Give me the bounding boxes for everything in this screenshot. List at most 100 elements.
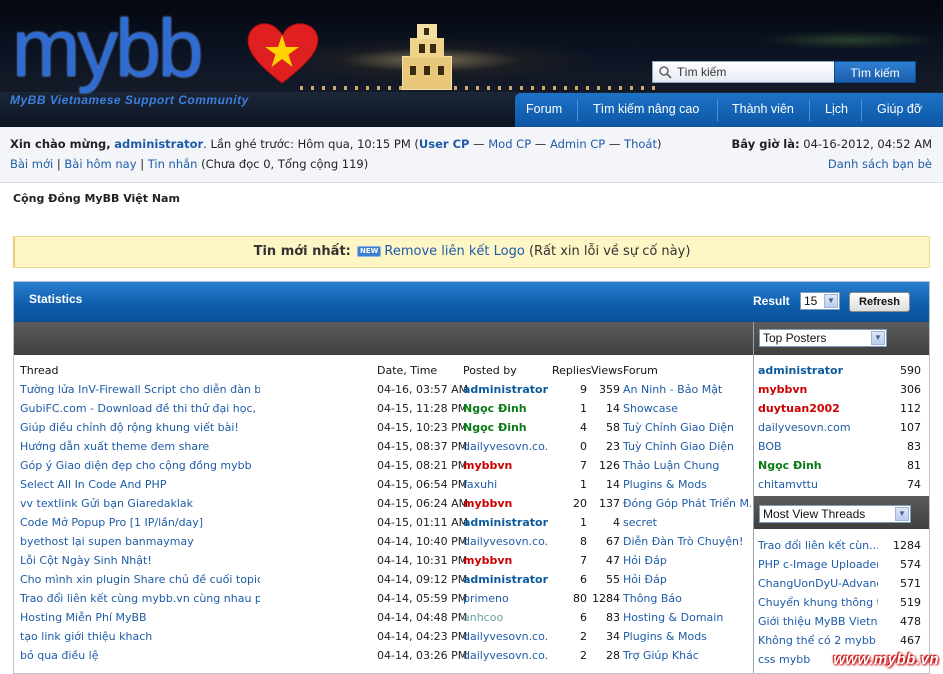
top-poster-name[interactable]: mybbvn <box>758 383 886 396</box>
poster-link[interactable]: dailyvesovn.co... <box>463 630 549 643</box>
top-poster-name[interactable]: BOB <box>758 440 886 453</box>
chevron-down-icon: ▼ <box>895 507 909 521</box>
most-view-thread[interactable]: Chuyển khung thông ti... <box>758 596 878 609</box>
forum-link[interactable]: Hỏi Đáp <box>623 554 751 567</box>
poster-link[interactable]: mybbvn <box>463 459 549 472</box>
username-link[interactable]: administrator <box>114 137 203 151</box>
poster-link[interactable]: dailyvesovn.co... <box>463 535 549 548</box>
forum-link[interactable]: Plugins & Mods <box>623 478 751 491</box>
view-count: 67 <box>606 535 620 548</box>
thread-link[interactable]: Cho mình xin plugin Share chủ đề cuối to… <box>20 573 260 586</box>
most-view-thread[interactable]: Không thể có 2 mybb <box>758 634 878 647</box>
thread-date: 04-15, 10:23 PM <box>377 421 468 434</box>
reply-count: 1 <box>580 516 587 529</box>
turtle-tower-image <box>392 22 462 90</box>
top-poster-count: 306 <box>900 383 921 396</box>
announcement-label: Tin mới nhất: <box>253 244 351 259</box>
most-view-count: 467 <box>900 634 921 647</box>
user-cp-link[interactable]: User CP <box>419 137 470 151</box>
watermark: www.mybb.vn <box>833 651 939 668</box>
most-view-select[interactable]: Most View Threads ▼ <box>759 505 911 523</box>
admin-cp-link[interactable]: Admin CP <box>550 137 605 151</box>
forum-link[interactable]: Thảo Luận Chung <box>623 459 751 472</box>
nav-advanced-search[interactable]: Tìm kiếm nâng cao <box>593 102 699 116</box>
thread-link[interactable]: Giúp điều chỉnh độ rộng khung viết bài! <box>20 421 260 434</box>
refresh-button[interactable]: Refresh <box>849 292 910 312</box>
mybb-logo[interactable]: mybb <box>12 8 204 90</box>
buddy-list-link[interactable]: Danh sách bạn bè <box>828 157 932 171</box>
poster-link[interactable]: dailyvesovn.co... <box>463 649 549 662</box>
nav-help[interactable]: Giúp đỡ <box>877 102 922 116</box>
thread-link[interactable]: Hướng dẫn xuất theme đem share <box>20 440 260 453</box>
thread-link[interactable]: Code Mở Popup Pro [1 IP/lần/day] <box>20 516 260 529</box>
mod-cp-link[interactable]: Mod CP <box>488 137 531 151</box>
logout-link[interactable]: Thoát <box>624 137 657 151</box>
nav-members[interactable]: Thành viên <box>732 102 794 116</box>
forum-link[interactable]: Showcase <box>623 402 751 415</box>
forum-link[interactable]: Tuỳ Chỉnh Giao Diện <box>623 421 751 434</box>
poster-link[interactable]: Ngọc Đinh <box>463 421 549 434</box>
statistics-panel: Statistics Result 15 ▼ Refresh Top Poste… <box>13 281 930 674</box>
thread-link[interactable]: Tường lửa InV-Firewall Script cho diễn đ… <box>20 383 260 396</box>
thread-link[interactable]: Hosting Miễn Phí MyBB <box>20 611 260 624</box>
announcement-link[interactable]: Remove liên kết Logo <box>384 244 524 259</box>
poster-link[interactable]: Ngọc Đinh <box>463 402 549 415</box>
top-posters-select[interactable]: Top Posters ▼ <box>759 329 887 347</box>
reply-count: 4 <box>580 421 587 434</box>
poster-link[interactable]: mybbvn <box>463 497 549 510</box>
thread-link[interactable]: GubiFC.com - Download đề thi thử đại học… <box>20 402 260 415</box>
forum-link[interactable]: Trợ Giúp Khác <box>623 649 751 662</box>
nav-calendar[interactable]: Lịch <box>825 102 848 116</box>
forum-link[interactable]: secret <box>623 516 751 529</box>
top-poster-name[interactable]: duytuan2002 <box>758 402 886 415</box>
thread-date: 04-14, 03:26 PM <box>377 649 468 662</box>
poster-link[interactable]: primeno <box>463 592 549 605</box>
new-posts-link[interactable]: Bài mới <box>10 157 53 171</box>
poster-link[interactable]: mybbvn <box>463 554 549 567</box>
thread-link[interactable]: tạo link giới thiệu khach <box>20 630 260 643</box>
col-header-views: Views <box>591 364 623 377</box>
thread-link[interactable]: Select All In Code And PHP <box>20 478 260 491</box>
poster-link[interactable]: administrator <box>463 573 549 586</box>
welcome-text: Xin chào mừng, <box>10 137 111 151</box>
most-view-count: 574 <box>900 558 921 571</box>
forum-link[interactable]: Diễn Đàn Trò Chuyện! <box>623 535 751 548</box>
thread-link[interactable]: bỏ qua điều lệ <box>20 649 260 662</box>
most-view-thread[interactable]: Trao đổi liên kết cùn... <box>758 539 878 552</box>
thread-link[interactable]: byethost lại supen banmaymay <box>20 535 260 548</box>
poster-link[interactable]: dailyvesovn.co... <box>463 440 549 453</box>
poster-link[interactable]: faxuhi <box>463 478 549 491</box>
forum-link[interactable]: Đóng Góp Phát Triển M... <box>623 497 751 510</box>
top-poster-name[interactable]: administrator <box>758 364 886 377</box>
col-header-replies: Replies <box>552 364 592 377</box>
nav-forum[interactable]: Forum <box>526 102 562 116</box>
forum-link[interactable]: Plugins & Mods <box>623 630 751 643</box>
poster-link[interactable]: administrator <box>463 516 549 529</box>
today-posts-link[interactable]: Bài hôm nay <box>64 157 136 171</box>
result-count-select[interactable]: 15 ▼ <box>800 292 840 310</box>
top-poster-name[interactable]: dailyvesovn.com <box>758 421 886 434</box>
thread-date: 04-15, 01:11 AM <box>377 516 469 529</box>
thread-link[interactable]: Góp ý Giao diện đẹp cho cộng đồng mybb <box>20 459 260 472</box>
thread-link[interactable]: Trao đổi liên kết cùng mybb.vn cùng nhau… <box>20 592 260 605</box>
most-view-thread[interactable]: ChangUonDyU-Advanced ... <box>758 577 878 590</box>
col-header-date: Date, Time <box>377 364 438 377</box>
forum-link[interactable]: Hosting & Domain <box>623 611 751 624</box>
search-button[interactable]: Tìm kiếm <box>834 61 916 83</box>
top-poster-name[interactable]: chitamvttu <box>758 478 886 491</box>
poster-link[interactable]: anhcoo <box>463 611 549 624</box>
statistics-title: Statistics <box>29 292 83 306</box>
most-view-thread[interactable]: Giới thiệu MyBB Vietn... <box>758 615 878 628</box>
forum-link[interactable]: Hỏi Đáp <box>623 573 751 586</box>
thread-link[interactable]: Lỗi Cột Ngày Sinh Nhật! <box>20 554 260 567</box>
forum-link[interactable]: An Ninh - Bảo Mật <box>623 383 751 396</box>
breadcrumb[interactable]: Cộng Đồng MyBB Việt Nam <box>13 192 180 205</box>
thread-link[interactable]: vv textlink Gửi bạn Giaredaklak <box>20 497 260 510</box>
poster-link[interactable]: administrator <box>463 383 549 396</box>
top-poster-name[interactable]: Ngọc Đinh <box>758 459 886 472</box>
private-messages-link[interactable]: Tin nhắn <box>148 157 198 171</box>
search-input[interactable]: Tìm kiếm <box>652 61 835 83</box>
most-view-thread[interactable]: PHP c-Image Uploader ... <box>758 558 878 571</box>
forum-link[interactable]: Thông Báo <box>623 592 751 605</box>
forum-link[interactable]: Tuỳ Chỉnh Giao Diện <box>623 440 751 453</box>
